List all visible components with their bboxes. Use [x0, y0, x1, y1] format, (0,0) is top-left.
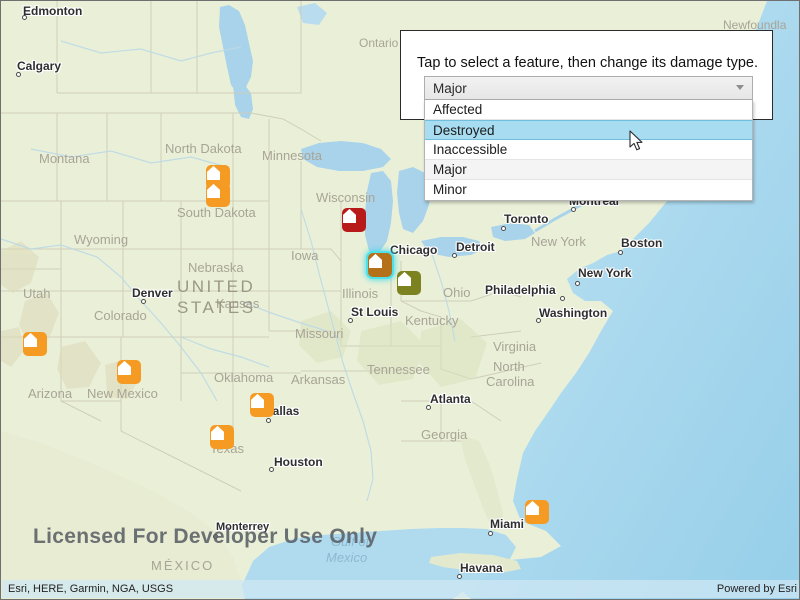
damage-marker[interactable] — [525, 500, 549, 524]
damage-marker[interactable] — [206, 183, 230, 207]
attribution-powered-by: Powered by Esri — [716, 583, 797, 595]
damage-marker[interactable] — [368, 253, 392, 277]
damage-marker[interactable] — [210, 425, 234, 449]
damage-type-option[interactable]: Major — [425, 160, 752, 180]
damage-type-select[interactable]: Major — [424, 76, 753, 100]
house-icon — [118, 361, 131, 375]
damage-marker[interactable] — [342, 208, 366, 232]
house-icon — [343, 209, 356, 223]
panel-instruction-text: Tap to select a feature, then change its… — [417, 55, 758, 71]
damage-type-option-list[interactable]: Affected Destroyed Inaccessible Major Minor — [424, 100, 753, 201]
attribution-sources: Esri, HERE, Garmin, NGA, USGS — [8, 583, 174, 595]
damage-marker[interactable] — [397, 271, 421, 295]
application-window: Ontario Newfoundla Montana North Dakota Minn… — [0, 0, 800, 600]
house-icon — [207, 184, 220, 198]
house-icon — [369, 254, 382, 268]
house-icon — [398, 272, 411, 286]
damage-marker[interactable] — [250, 393, 274, 417]
damage-type-select-value: Major — [433, 81, 467, 96]
damage-marker[interactable] — [117, 360, 141, 384]
attribution-bar: Esri, HERE, Garmin, NGA, USGS Powered by… — [2, 580, 799, 598]
house-icon — [251, 394, 264, 408]
house-icon — [207, 166, 220, 180]
damage-type-option[interactable]: Destroyed — [425, 120, 752, 140]
damage-type-option[interactable]: Inaccessible — [425, 140, 752, 160]
damage-type-option[interactable]: Minor — [425, 180, 752, 200]
house-icon — [211, 426, 224, 440]
chevron-down-icon — [736, 85, 744, 90]
damage-marker[interactable] — [23, 332, 47, 356]
damage-type-option[interactable]: Affected — [425, 100, 752, 120]
house-icon — [24, 333, 37, 347]
house-icon — [526, 501, 539, 515]
